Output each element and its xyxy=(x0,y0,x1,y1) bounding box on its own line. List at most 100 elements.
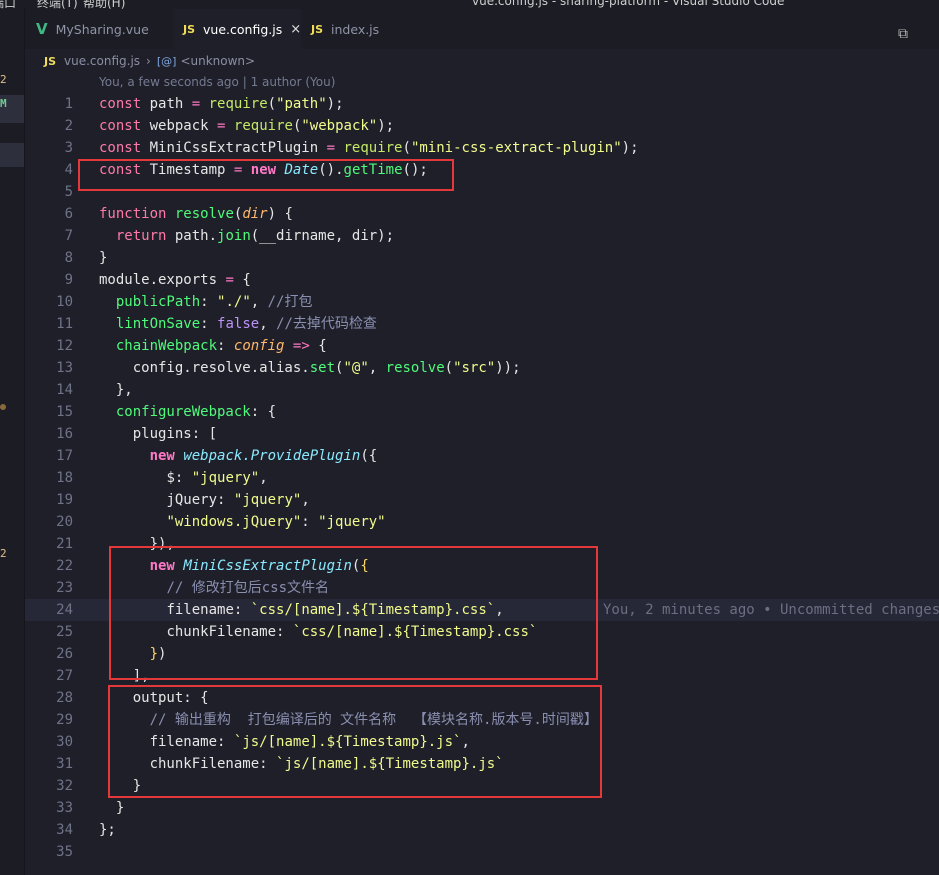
tab-mysharing-vue[interactable]: V MySharing.vue xyxy=(25,9,184,49)
line-number: 23 xyxy=(56,580,73,596)
code-line[interactable]: 11 lintOnSave: false, //去掉代码检查 xyxy=(25,313,939,335)
code-token: ( xyxy=(267,96,277,112)
line-number: 33 xyxy=(56,800,73,816)
code-token: path. xyxy=(174,228,218,244)
line-number: 27 xyxy=(56,668,73,684)
line-number: 18 xyxy=(56,470,73,486)
line-number: 32 xyxy=(56,778,73,794)
git-codelens[interactable]: You, a few seconds ago | 1 author (You) xyxy=(99,75,335,89)
code-line[interactable]: 2 const webpack = require("webpack"); xyxy=(25,115,939,137)
code-token: publicPath xyxy=(115,294,201,310)
tab-index-js[interactable]: JS index.js xyxy=(301,9,421,49)
code-token: //去掉代码检查 xyxy=(276,316,377,332)
code-text: publicPath: "./", //打包 xyxy=(99,291,313,313)
code-line[interactable]: 6 function resolve(dir) { xyxy=(25,203,939,225)
code-line[interactable]: 18 $: "jquery", xyxy=(25,467,939,489)
tab-label: index.js xyxy=(331,21,380,37)
code-text: const path = require("path"); xyxy=(99,93,344,115)
code-line[interactable]: 1 const path = require("path"); xyxy=(25,93,939,115)
code-token: const xyxy=(99,140,142,156)
code-token: : xyxy=(200,294,209,310)
code-line[interactable]: 9 module.exports = { xyxy=(25,269,939,291)
code-token: ProvidePlugin xyxy=(250,448,361,464)
tab-label: MySharing.vue xyxy=(55,21,149,37)
line-number: 21 xyxy=(56,536,73,552)
code-line[interactable]: 13 config.resolve.alias.set ("@", resolve… xyxy=(25,357,939,379)
code-token: ) { xyxy=(267,206,293,222)
code-text: configureWebpack: { xyxy=(99,401,276,423)
line-number: 5 xyxy=(64,184,73,200)
code-line[interactable]: 16 plugins: [ xyxy=(25,423,939,445)
code-line[interactable]: 19 jQuery: "jquery", xyxy=(25,489,939,511)
code-line[interactable]: 7 return path.join(__dirname, dir); xyxy=(25,225,939,247)
code-token: jQuery xyxy=(166,492,218,508)
line-number: 8 xyxy=(64,250,73,266)
code-token: chainWebpack xyxy=(115,338,218,354)
code-token: dir xyxy=(242,206,268,222)
js-icon: JS xyxy=(183,22,196,36)
code-line[interactable]: 10 publicPath: "./", //打包 xyxy=(25,291,939,313)
menu-item-terminal[interactable]: 终端(T) xyxy=(37,0,78,9)
code-token: , xyxy=(368,360,378,376)
code-token: return xyxy=(115,228,167,244)
code-token: lintOnSave xyxy=(115,316,201,332)
code-line[interactable]: 20 "windows.jQuery": "jquery" xyxy=(25,511,939,533)
annotation-box-output xyxy=(108,685,602,798)
code-token: , xyxy=(259,316,268,332)
close-icon[interactable]: × xyxy=(290,22,301,37)
code-token: new xyxy=(149,448,175,464)
code-line[interactable]: 12 chainWebpack: config => { xyxy=(25,335,939,357)
breadcrumb-file[interactable]: vue.config.js xyxy=(64,54,140,68)
line-number: 34 xyxy=(56,822,73,838)
code-line[interactable]: 3 const MiniCssExtractPlugin = require("m… xyxy=(25,137,939,159)
code-token: plugins xyxy=(132,426,192,442)
code-token: "src" xyxy=(453,360,496,376)
line-number: 25 xyxy=(56,624,73,640)
code-token: : xyxy=(217,492,226,508)
code-token: ); xyxy=(621,140,639,156)
code-token: (__dirname, dir); xyxy=(250,228,395,244)
explorer-hover-row[interactable] xyxy=(0,143,24,167)
code-token: ( xyxy=(444,360,454,376)
code-token: const xyxy=(99,96,142,112)
menu-item-port[interactable]: 端口 xyxy=(0,0,16,9)
line-number: 11 xyxy=(56,316,73,332)
code-token: MiniCssExtractPlugin xyxy=(149,140,319,156)
code-line[interactable]: 17 new webpack.ProvidePlugin({ xyxy=(25,445,939,467)
code-text: }, xyxy=(99,379,133,401)
symbol-variable-icon: [@] xyxy=(156,54,177,68)
code-line[interactable]: 15 configureWebpack: { xyxy=(25,401,939,423)
code-token: function xyxy=(99,206,167,222)
line-number: 3 xyxy=(64,140,73,156)
code-editor[interactable]: 1 const path = require("path"); 2 const web… xyxy=(25,93,939,863)
menu-item-help[interactable]: 帮助(H) xyxy=(83,0,125,9)
editor-tabs: V MySharing.vue JS vue.config.js × JS in… xyxy=(25,9,939,49)
line-number: 14 xyxy=(56,382,73,398)
code-text: config.resolve.alias.set("@", resolve("s… xyxy=(99,357,521,379)
code-token: ( xyxy=(402,140,411,156)
line-number: 28 xyxy=(56,690,73,706)
code-token: , xyxy=(301,492,310,508)
code-line[interactable]: 8} xyxy=(25,247,939,269)
open-changes-icon[interactable]: ⧉ xyxy=(898,26,908,42)
breadcrumb-symbol[interactable]: <unknown> xyxy=(180,54,255,68)
annotation-box-css-plugin xyxy=(109,546,598,680)
tab-vue-config-js[interactable]: JS vue.config.js × xyxy=(173,9,309,49)
code-token: { xyxy=(242,272,251,288)
line-number: 13 xyxy=(56,360,73,376)
code-line[interactable]: 14 }, xyxy=(25,379,939,401)
code-token: [ xyxy=(208,426,218,442)
code-text: return path.join(__dirname, dir); xyxy=(99,225,394,247)
code-token: = xyxy=(217,118,226,134)
code-line[interactable]: 34}; xyxy=(25,819,939,841)
js-icon: JS xyxy=(44,54,57,68)
code-line[interactable]: 33 } xyxy=(25,797,939,819)
code-line[interactable]: 35 xyxy=(25,841,939,863)
code-token: false xyxy=(217,316,260,332)
code-text: $: "jquery", xyxy=(99,467,267,489)
code-token: //打包 xyxy=(267,294,313,310)
line-number: 10 xyxy=(56,294,73,310)
line-number: 20 xyxy=(56,514,73,530)
unsaved-dot-icon xyxy=(0,404,6,410)
line-number: 30 xyxy=(56,734,73,750)
